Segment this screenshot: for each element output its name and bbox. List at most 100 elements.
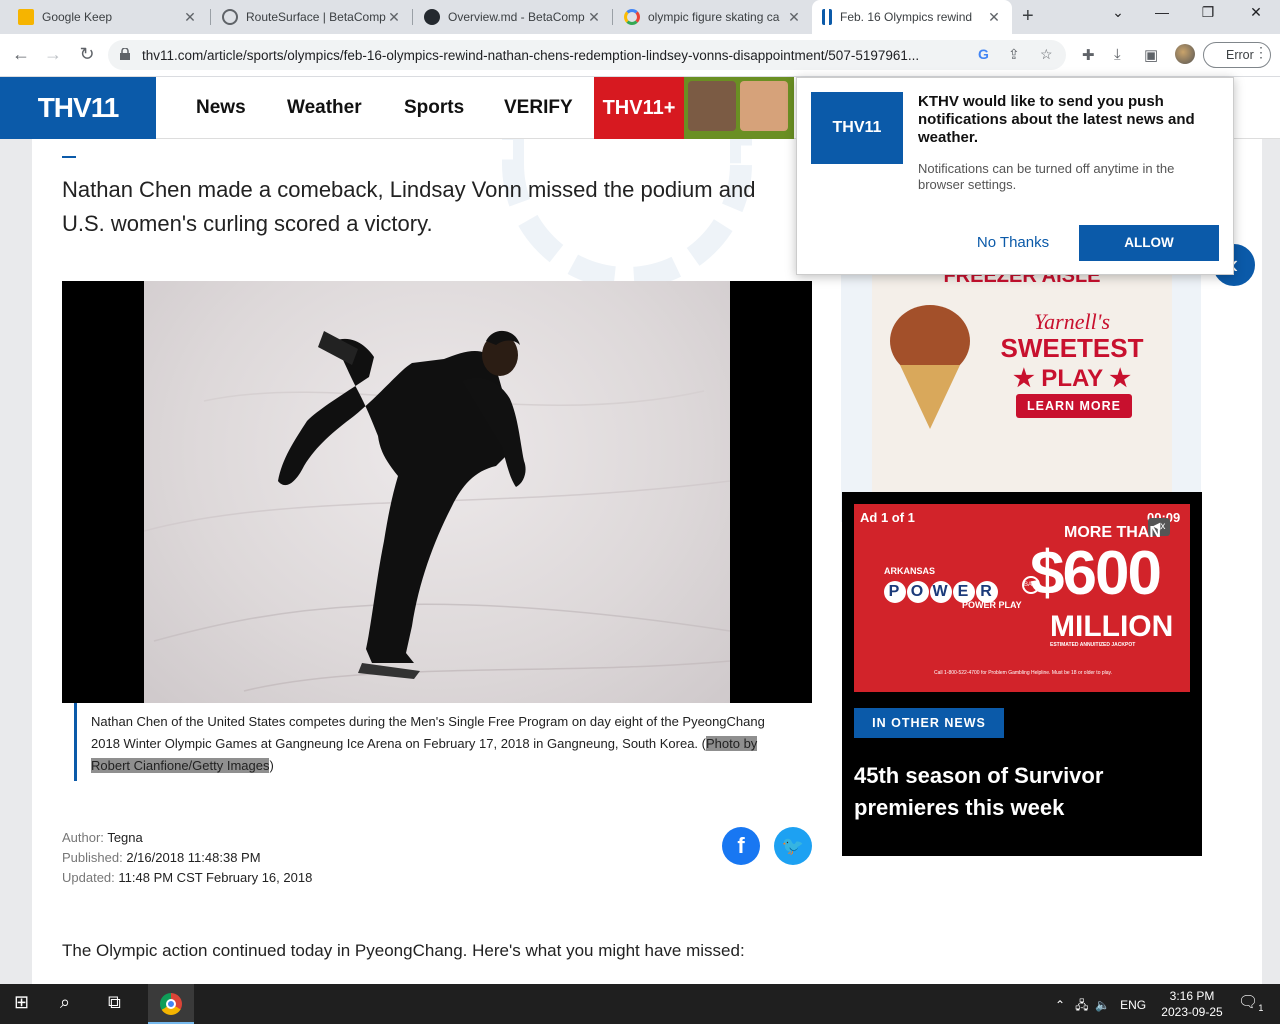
search-icon[interactable]: ⌕ [60,992,70,1013]
no-thanks-button[interactable]: No Thanks [963,234,1063,251]
network-icon[interactable]: 🖧 [1075,998,1088,1012]
forward-button[interactable]: → [42,44,64,65]
other-news-headline[interactable]: 45th season of Survivor premieres this w… [854,760,1184,824]
caption-end: ) [269,758,274,773]
lock-icon [120,48,130,60]
article-intro: The Olympic action continued today in Py… [62,941,745,960]
ad-counter: Ad 1 of 1 [860,510,915,525]
language-indicator[interactable]: ENG [1120,998,1146,1012]
task-view-icon[interactable]: ⧉ [108,992,121,1013]
article-meta: Author: Tegna Published: 2/16/2018 11:48… [62,828,312,888]
share-icon[interactable]: ⇪ [1008,46,1020,63]
clock[interactable]: 3:16 PM 2023-09-25 [1160,988,1224,1020]
clock-time: 3:16 PM [1169,989,1215,1003]
browser-toolbar: ← → ↻ thv11.com/article/sports/olympics/… [0,34,1280,77]
error-label: Error [1226,48,1254,62]
photo-caption: Nathan Chen of the United States compete… [74,703,794,781]
person-thumbnail [688,81,736,131]
skater-figure [144,330,730,692]
volume-icon[interactable]: 🔈 [1095,998,1110,1012]
notification-center-icon[interactable]: 🗨1 [1238,992,1263,1013]
restore-button[interactable]: ❐ [1198,4,1218,21]
allow-button[interactable]: ALLOW [1079,225,1219,261]
caption-text: Nathan Chen of the United States compete… [91,714,765,751]
thv11-plus-link[interactable]: THV11+ [594,77,684,139]
chrome-taskbar-button[interactable] [148,984,194,1024]
minimize-button[interactable]: — [1152,4,1172,20]
promo-video-thumbnail[interactable] [684,77,794,139]
updated-label: Updated: [62,870,115,885]
address-bar[interactable]: thv11.com/article/sports/olympics/feb-16… [108,40,1066,70]
person-thumbnail [740,81,788,131]
close-icon[interactable]: ✕ [786,9,802,26]
tab-strip: Google Keep ✕ RouteSurface | BetaComp ✕ … [0,0,1280,34]
reload-button[interactable]: ↻ [76,44,98,65]
google-lens-icon[interactable]: G [978,46,989,62]
tab-google-keep[interactable]: Google Keep ✕ [8,0,208,34]
published-label: Published: [62,850,123,865]
estimated-text: ESTIMATED ANNUITIZED JACKPOT [1050,642,1136,648]
tab-title: RouteSurface | BetaComp [246,10,386,24]
close-icon[interactable]: ✕ [586,9,602,26]
notif-logo-text: THV11 [832,119,882,136]
tab-title: Overview.md - BetaComp [448,10,585,24]
profile-avatar[interactable] [1175,44,1195,64]
notification-title: KTHV would like to send you push notific… [918,93,1195,146]
keep-icon [18,9,34,25]
published-date: 2/16/2018 11:48:38 PM [126,850,261,865]
article-subheadline: Nathan Chen made a comeback, Lindsay Von… [62,177,756,236]
site-logo[interactable]: THV11 [0,77,156,139]
video-module: Ad 1 of 1 00:09 ◀x ARKANSAS POWER BALL P… [842,492,1202,856]
back-button[interactable]: ← [10,44,32,65]
nav-news[interactable]: News [196,97,246,119]
tab-routesurface[interactable]: RouteSurface | BetaComp ✕ [212,0,412,34]
author-name: Tegna [107,830,143,845]
ad-line1: SWEETEST [1000,333,1144,363]
article-photo[interactable] [62,281,812,703]
tab-overview-md[interactable]: Overview.md - BetaComp ✕ [414,0,612,34]
extensions-icon[interactable]: ✚ [1082,46,1095,64]
chrome-icon [160,993,182,1015]
twitter-share-icon[interactable]: 🐦 [774,827,812,865]
new-tab-button[interactable]: + [1022,5,1034,28]
github-icon [424,9,440,25]
ice-cream-cone-image [900,365,960,429]
nav-weather[interactable]: Weather [287,97,362,119]
bookmark-star-icon[interactable]: ☆ [1040,46,1053,63]
facebook-share-icon[interactable]: f [722,827,760,865]
powerball-video-ad[interactable]: Ad 1 of 1 00:09 ◀x ARKANSAS POWER BALL P… [854,504,1190,692]
tab-google-search[interactable]: olympic figure skating ca ✕ [614,0,812,34]
side-panel-icon[interactable]: ▣ [1144,46,1158,64]
tab-title: Feb. 16 Olympics rewind [840,10,973,24]
thv11-plus-label: THV11+ [602,96,676,119]
ice-rink-background [144,281,730,703]
fine-print: Call 1-800-522-4700 for Problem Gambling… [934,670,1113,676]
menu-icon[interactable]: ⋮ [1254,44,1268,61]
learn-more-button[interactable]: LEARN MORE [1016,394,1132,418]
ad-brand: Yarnell's [1033,309,1111,334]
download-icon[interactable]: ⤓ [1114,46,1121,63]
nav-sports[interactable]: Sports [404,97,464,119]
windows-start-icon[interactable]: ⊞ [14,992,29,1013]
million-text: MILLION [1050,610,1174,643]
ad-state: ARKANSAS [884,566,936,576]
close-icon[interactable]: ✕ [986,9,1002,26]
tab-title: olympic figure skating ca [648,10,780,24]
nav-verify[interactable]: VERIFY [504,97,573,119]
tray-overflow-icon[interactable]: ⌃ [1055,998,1065,1012]
thv11-icon [822,9,832,25]
tab-search-icon[interactable]: ⌄ [1108,4,1128,21]
yarnells-ad[interactable]: FREEZER AISLE Yarnell's SWEETEST ★ PLAY … [872,269,1172,494]
divider [62,156,76,158]
kthv-logo: THV11 [811,92,903,164]
system-tray: ⌃ 🖧 🔈 ENG [1055,996,1146,1017]
close-icon[interactable]: ✕ [182,9,198,26]
notification-subtitle: Notifications can be turned off anytime … [918,161,1175,192]
windows-taskbar: ⊞ ⌕ ⧉ ⌃ 🖧 🔈 ENG 3:16 PM 2023-09-25 🗨1 [0,984,1280,1024]
close-icon[interactable]: ✕ [386,9,402,26]
power-play-label: POWER PLAY [962,600,1022,610]
notification-count: 1 [1258,1003,1264,1014]
tab-feb16-olympics[interactable]: Feb. 16 Olympics rewind ✕ [812,0,1012,34]
tab-title: Google Keep [42,10,113,24]
close-window-button[interactable]: ✕ [1246,4,1266,21]
